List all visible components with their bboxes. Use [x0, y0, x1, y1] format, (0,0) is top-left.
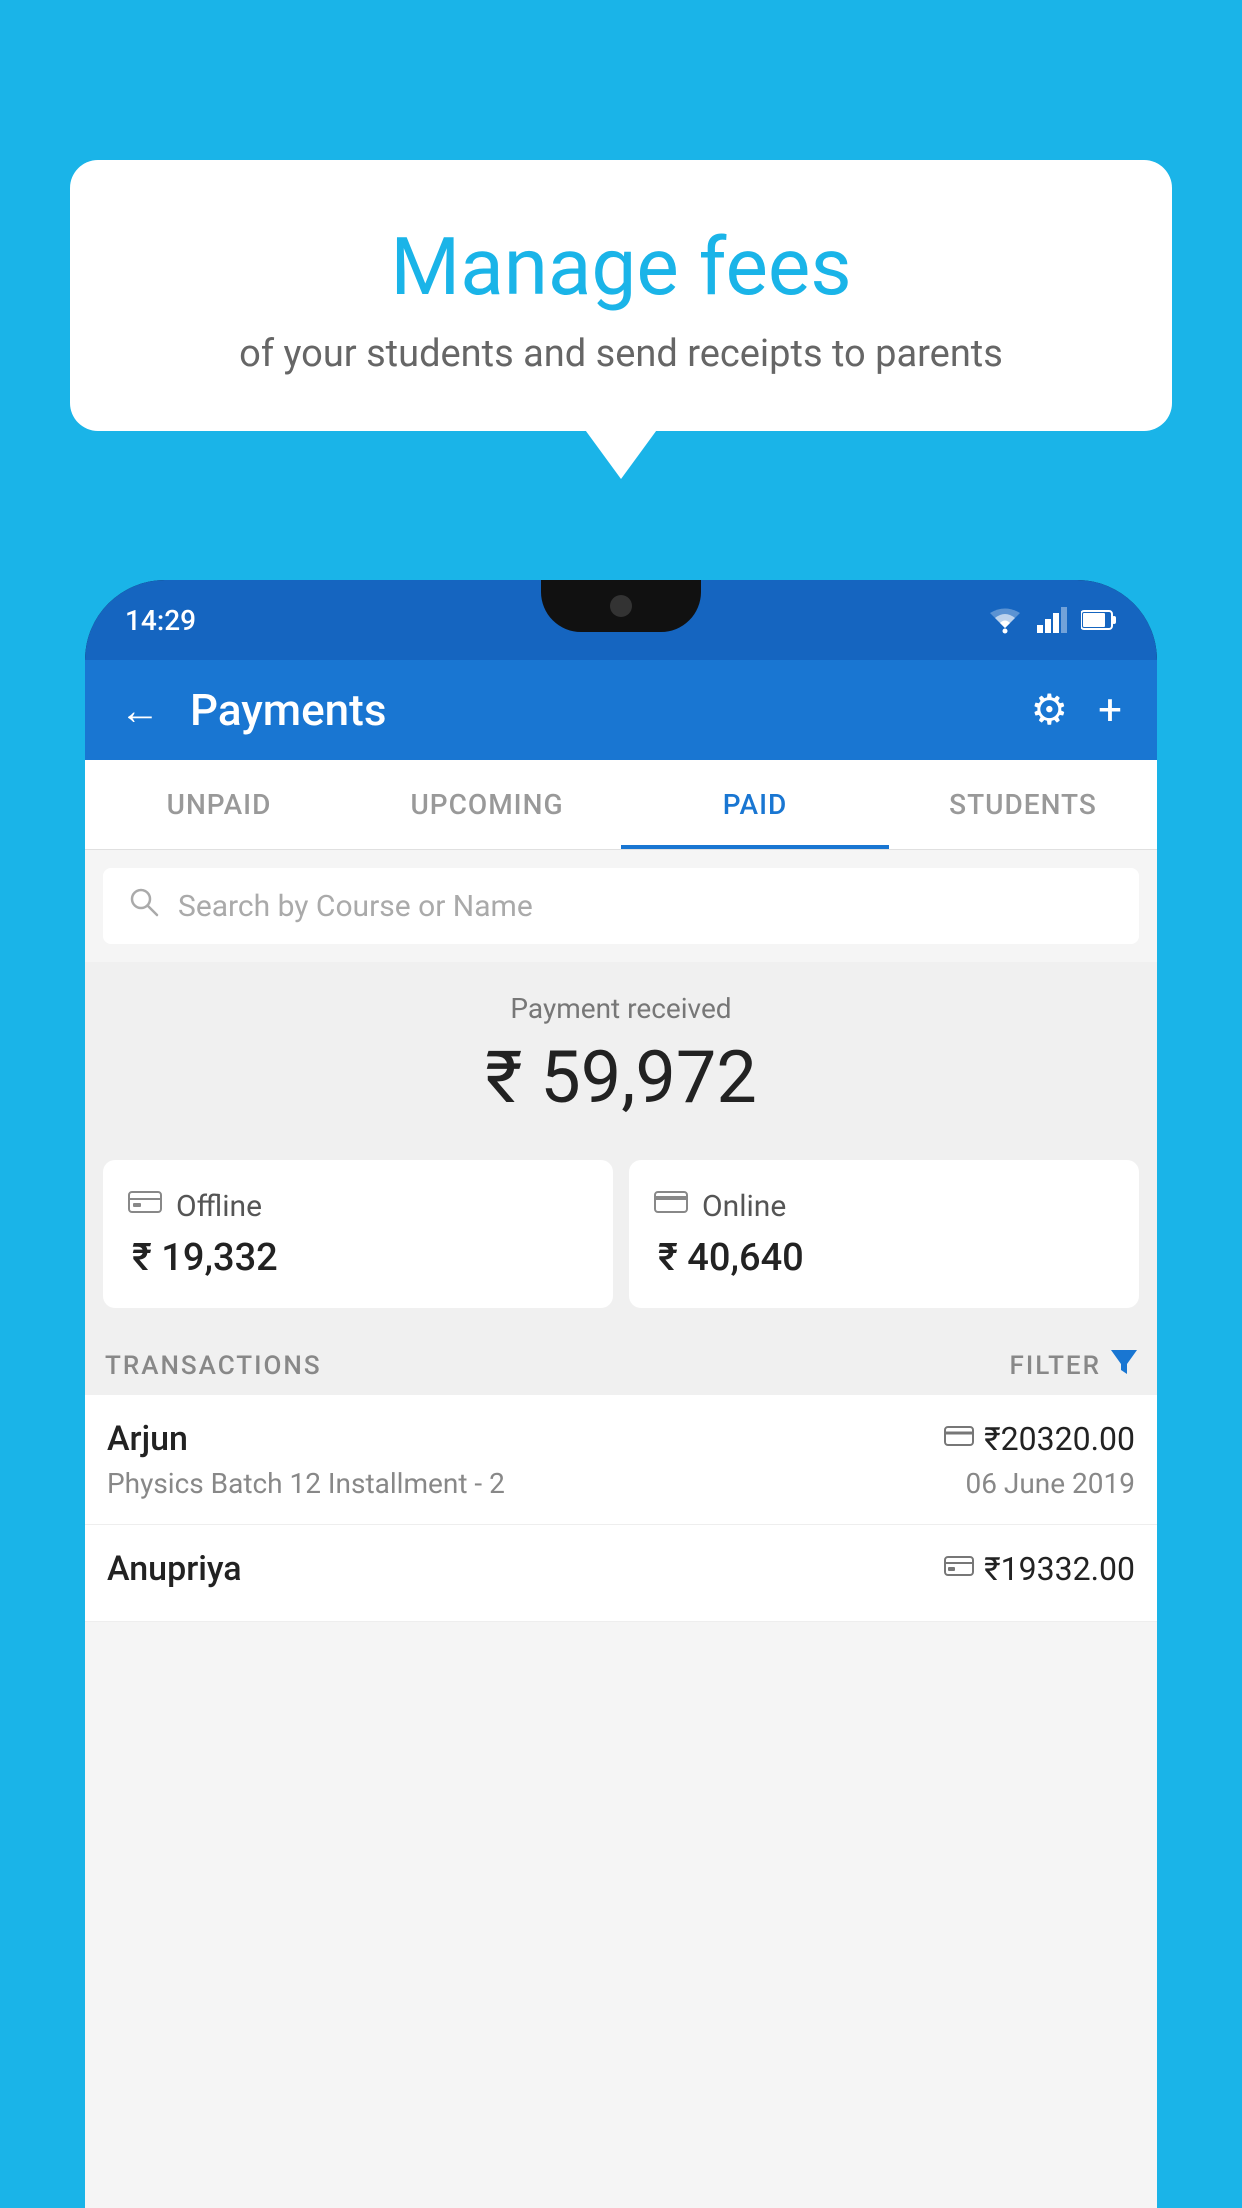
tab-upcoming[interactable]: UPCOMING: [353, 760, 621, 849]
transactions-header: TRANSACTIONS FILTER: [85, 1328, 1157, 1395]
offline-amount: ₹ 19,332: [128, 1236, 588, 1280]
status-bar: 14:29: [85, 580, 1157, 660]
transaction-row-top: Arjun ₹20320.00: [107, 1419, 1135, 1459]
speech-bubble: Manage fees of your students and send re…: [70, 160, 1172, 431]
bubble-subtitle: of your students and send receipts to pa…: [120, 332, 1122, 376]
online-icon: [654, 1188, 688, 1224]
add-icon[interactable]: +: [1098, 686, 1122, 735]
notch: [541, 580, 701, 632]
transactions-label: TRANSACTIONS: [105, 1351, 1010, 1381]
transaction-name-2: Anupriya: [107, 1549, 242, 1589]
transaction-date: 06 June 2019: [965, 1467, 1135, 1500]
transaction-row-anupriya[interactable]: Anupriya ₹19332.00: [85, 1525, 1157, 1622]
wifi-icon: [987, 606, 1023, 634]
transaction-row-bottom: Physics Batch 12 Installment - 2 06 June…: [107, 1467, 1135, 1500]
status-time: 14:29: [125, 604, 196, 637]
app-header: ← Payments ⚙ +: [85, 660, 1157, 760]
transaction-amount: ₹20320.00: [984, 1420, 1135, 1458]
transaction-payment-icon: [944, 1424, 974, 1455]
payment-received-section: Payment received ₹ 59,972: [85, 962, 1157, 1140]
battery-icon: [1081, 609, 1117, 631]
transaction-row-top-2: Anupriya ₹19332.00: [107, 1549, 1135, 1589]
search-placeholder-text: Search by Course or Name: [178, 889, 533, 924]
tab-unpaid[interactable]: UNPAID: [85, 760, 353, 849]
tabs-bar: UNPAID UPCOMING PAID STUDENTS: [85, 760, 1157, 850]
offline-card-label: Offline: [128, 1188, 588, 1224]
transaction-course: Physics Batch 12 Installment - 2: [107, 1467, 505, 1500]
tab-paid[interactable]: PAID: [621, 760, 889, 849]
payment-cards-section: Offline ₹ 19,332 Online ₹ 40,640: [85, 1140, 1157, 1328]
payment-total-amount: ₹ 59,972: [85, 1035, 1157, 1120]
status-icons: [987, 606, 1117, 634]
transaction-payment-icon-2: [944, 1554, 974, 1585]
filter-label[interactable]: FILTER: [1010, 1351, 1101, 1381]
payment-received-label: Payment received: [85, 992, 1157, 1025]
transaction-name: Arjun: [107, 1419, 188, 1459]
header-icons: ⚙ +: [1031, 685, 1123, 735]
offline-payment-card: Offline ₹ 19,332: [103, 1160, 613, 1308]
transaction-amount-wrap-2: ₹19332.00: [944, 1550, 1135, 1588]
online-payment-card: Online ₹ 40,640: [629, 1160, 1139, 1308]
search-bar[interactable]: Search by Course or Name: [103, 868, 1139, 944]
phone-frame: 14:29: [85, 580, 1157, 2208]
offline-icon: [128, 1188, 162, 1224]
camera-dot: [610, 595, 632, 617]
bubble-title: Manage fees: [120, 220, 1122, 314]
online-card-label: Online: [654, 1188, 1114, 1224]
transaction-amount-wrap: ₹20320.00: [944, 1420, 1135, 1458]
content-area: Search by Course or Name Payment receive…: [85, 850, 1157, 2208]
transaction-amount-2: ₹19332.00: [984, 1550, 1135, 1588]
tab-students[interactable]: STUDENTS: [889, 760, 1157, 849]
back-button[interactable]: ←: [120, 687, 160, 734]
filter-icon[interactable]: [1111, 1350, 1137, 1381]
signal-icon: [1037, 607, 1067, 633]
search-icon: [128, 886, 160, 926]
transaction-row-arjun[interactable]: Arjun ₹20320.00 Physics Batch 12 Install…: [85, 1395, 1157, 1525]
gear-icon[interactable]: ⚙: [1031, 685, 1069, 735]
online-amount: ₹ 40,640: [654, 1236, 1114, 1280]
page-title: Payments: [190, 684, 1031, 736]
